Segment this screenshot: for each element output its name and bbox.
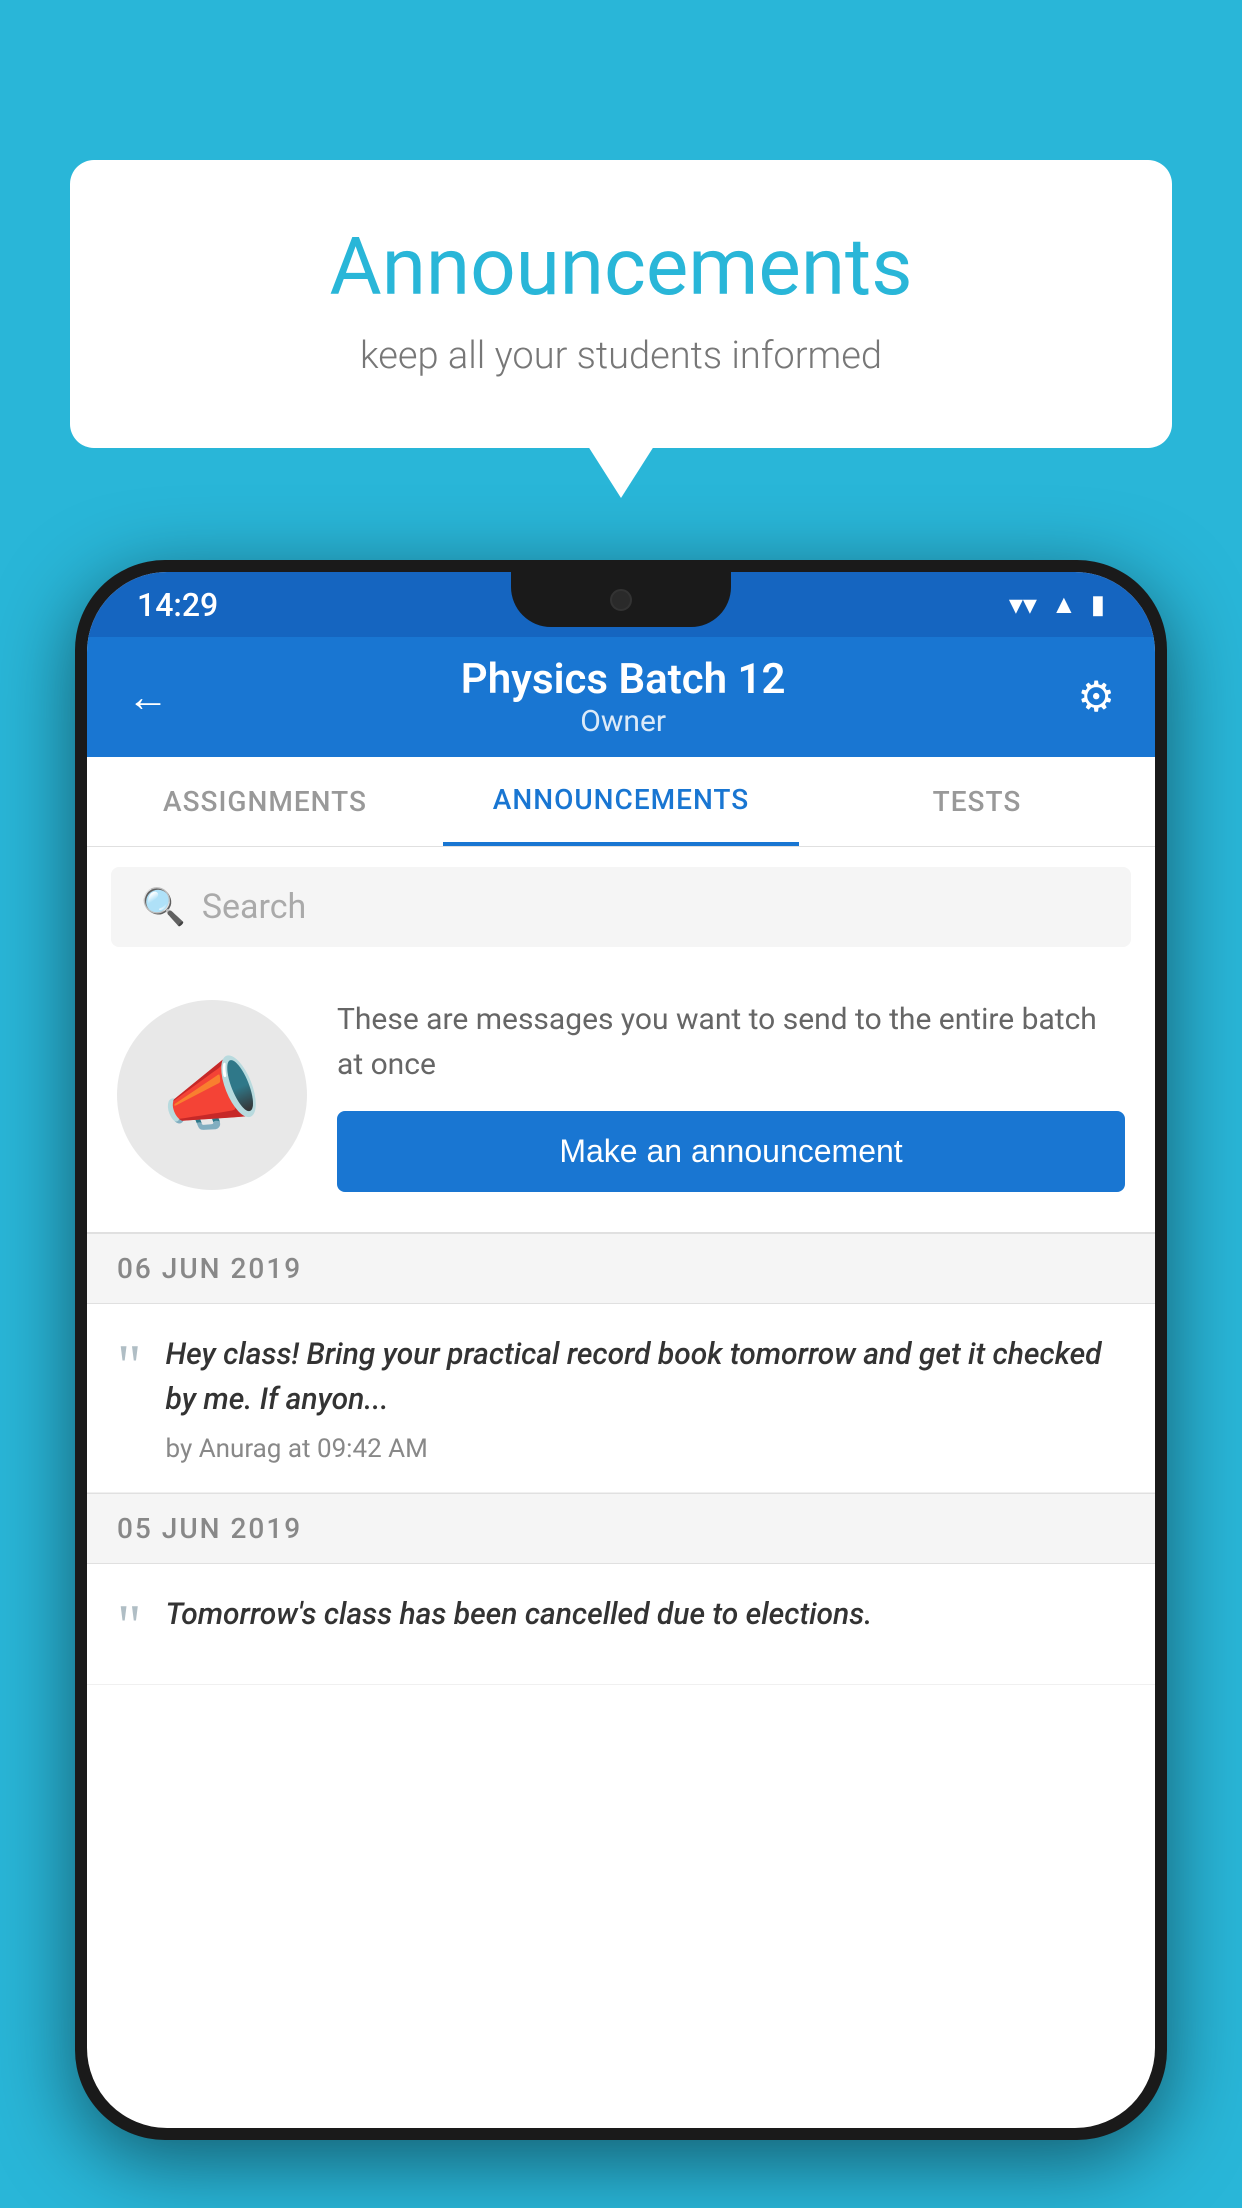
search-input[interactable]: Search: [202, 887, 306, 927]
quote-icon-1: ": [117, 1336, 142, 1396]
speech-bubble-title: Announcements: [150, 220, 1092, 314]
promo-content: These are messages you want to send to t…: [337, 997, 1125, 1192]
app-bar-title: Physics Batch 12: [179, 655, 1067, 704]
announcement-text-1: Hey class! Bring your practical record b…: [166, 1332, 1126, 1422]
search-bar[interactable]: 🔍 Search: [111, 867, 1131, 947]
camera: [610, 589, 632, 611]
tabs-container: ASSIGNMENTS ANNOUNCEMENTS TESTS: [87, 757, 1155, 847]
phone-notch: [511, 572, 731, 627]
promo-description: These are messages you want to send to t…: [337, 997, 1125, 1087]
date-divider-2: 05 JUN 2019: [87, 1493, 1155, 1564]
phone-frame: 14:29 ▾▾ ▲ ▮ ← Physics Batch 12 Owner ⚙: [75, 560, 1167, 2140]
megaphone-icon: 📣: [162, 1048, 262, 1142]
phone-screen: 14:29 ▾▾ ▲ ▮ ← Physics Batch 12 Owner ⚙: [87, 572, 1155, 2128]
search-bar-container: 🔍 Search: [87, 847, 1155, 967]
tab-tests[interactable]: TESTS: [799, 757, 1155, 846]
date-divider-1: 06 JUN 2019: [87, 1233, 1155, 1304]
settings-icon[interactable]: ⚙: [1067, 662, 1125, 732]
app-bar-title-container: Physics Batch 12 Owner: [179, 655, 1067, 739]
announcement-text-2: Tomorrow's class has been cancelled due …: [166, 1592, 1126, 1637]
status-icons: ▾▾ ▲ ▮: [1009, 588, 1105, 621]
announcement-item-1[interactable]: " Hey class! Bring your practical record…: [87, 1304, 1155, 1493]
battery-icon: ▮: [1091, 590, 1105, 620]
signal-icon: ▲: [1051, 589, 1077, 620]
promo-icon-circle: 📣: [117, 1000, 307, 1190]
status-time: 14:29: [137, 586, 218, 624]
tab-assignments[interactable]: ASSIGNMENTS: [87, 757, 443, 846]
speech-bubble-container: Announcements keep all your students inf…: [70, 160, 1172, 448]
quote-icon-2: ": [117, 1596, 142, 1656]
wifi-icon: ▾▾: [1009, 588, 1037, 621]
announcement-content-1: Hey class! Bring your practical record b…: [166, 1332, 1126, 1464]
make-announcement-button[interactable]: Make an announcement: [337, 1111, 1125, 1192]
app-bar: ← Physics Batch 12 Owner ⚙: [87, 637, 1155, 757]
tab-announcements[interactable]: ANNOUNCEMENTS: [443, 757, 799, 846]
search-icon: 🔍: [141, 886, 186, 928]
speech-bubble-subtitle: keep all your students informed: [150, 334, 1092, 378]
announcement-content-2: Tomorrow's class has been cancelled due …: [166, 1592, 1126, 1649]
announcement-item-2[interactable]: " Tomorrow's class has been cancelled du…: [87, 1564, 1155, 1685]
app-bar-subtitle: Owner: [179, 704, 1067, 739]
promo-card: 📣 These are messages you want to send to…: [87, 967, 1155, 1233]
phone-container: 14:29 ▾▾ ▲ ▮ ← Physics Batch 12 Owner ⚙: [75, 560, 1167, 2208]
speech-bubble: Announcements keep all your students inf…: [70, 160, 1172, 448]
date-label-1: 06 JUN 2019: [117, 1252, 302, 1285]
back-button[interactable]: ←: [117, 663, 179, 732]
announcement-meta-1: by Anurag at 09:42 AM: [166, 1434, 1126, 1464]
date-label-2: 05 JUN 2019: [117, 1512, 302, 1545]
